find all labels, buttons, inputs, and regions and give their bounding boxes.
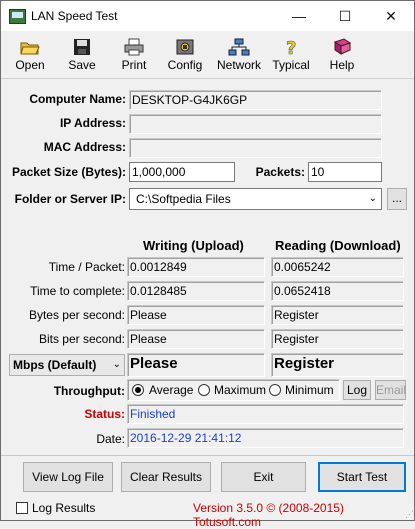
toolbar: Open Save Print Config Network ? Typical… bbox=[1, 32, 414, 76]
time-to-complete-write: 0.0128485 bbox=[127, 281, 265, 301]
title-bar: LAN Speed Test — ☐ ✕ bbox=[1, 1, 414, 31]
network-icon bbox=[228, 38, 250, 56]
minimum-radio[interactable] bbox=[269, 384, 281, 396]
network-button[interactable]: Network bbox=[213, 38, 265, 76]
packet-size-label: Packet Size (Bytes): bbox=[11, 165, 126, 179]
minimize-button[interactable]: — bbox=[276, 1, 322, 31]
folder-open-icon bbox=[20, 42, 40, 55]
chevron-down-icon[interactable]: ⌄ bbox=[369, 189, 377, 209]
date-label: Date: bbox=[96, 432, 125, 446]
time-to-complete-read: 0.0652418 bbox=[271, 281, 404, 301]
clear-results-button[interactable]: Clear Results bbox=[121, 462, 211, 492]
resize-grip-icon[interactable]: ⋰ bbox=[405, 509, 414, 520]
bytes-per-second-write: Please bbox=[127, 305, 265, 325]
maximum-radio[interactable] bbox=[198, 384, 210, 396]
bits-per-second-write: Please bbox=[127, 329, 265, 349]
save-label: Save bbox=[68, 58, 96, 72]
big-read-value: Register bbox=[274, 355, 335, 372]
email-button[interactable]: Email bbox=[375, 380, 406, 400]
network-label: Network bbox=[216, 58, 261, 72]
big-read-field: Register bbox=[271, 353, 404, 377]
throughput-label: Throughput: bbox=[53, 384, 125, 398]
packet-size-input[interactable]: 1,000,000 bbox=[129, 162, 235, 182]
help-button[interactable]: Help bbox=[321, 38, 363, 76]
time-to-complete-label: Time to complete: bbox=[30, 284, 125, 298]
bytes-per-second-read: Register bbox=[271, 305, 404, 325]
close-button[interactable]: ✕ bbox=[368, 1, 414, 31]
mac-address-field bbox=[129, 138, 382, 158]
unit-select-value: Mbps (Default) bbox=[13, 358, 97, 372]
typical-label: Typical bbox=[272, 58, 310, 72]
open-label: Open bbox=[15, 58, 45, 72]
mac-address-label: MAC Address: bbox=[43, 140, 126, 154]
browse-button[interactable]: ... bbox=[387, 188, 407, 210]
print-button[interactable]: Print bbox=[113, 38, 155, 76]
throughput-group: Average Maximum Minimum bbox=[127, 379, 340, 401]
folder-server-label: Folder or Server IP: bbox=[14, 192, 126, 206]
log-results-label: Log Results bbox=[32, 501, 96, 515]
packets-label: Packets: bbox=[255, 165, 305, 179]
date-field: 2016-12-29 21:41:12 bbox=[127, 428, 404, 448]
floppy-disk-icon bbox=[74, 39, 90, 55]
config-label: Config bbox=[167, 58, 203, 72]
save-button[interactable]: Save bbox=[61, 38, 103, 76]
question-icon: ? bbox=[286, 38, 297, 56]
bits-per-second-read: Register bbox=[271, 329, 404, 349]
average-label: Average bbox=[149, 383, 194, 397]
config-button[interactable]: Config bbox=[163, 38, 207, 76]
reading-header: Reading (Download) bbox=[275, 238, 401, 253]
status-field: Finished bbox=[127, 404, 404, 424]
svg-text:?: ? bbox=[286, 38, 296, 56]
average-radio[interactable] bbox=[132, 384, 144, 396]
minimum-label: Minimum bbox=[285, 383, 334, 397]
time-per-packet-write: 0.0012849 bbox=[127, 257, 265, 277]
packets-input[interactable]: 10 bbox=[308, 162, 382, 182]
time-per-packet-read: 0.0065242 bbox=[271, 257, 404, 277]
typical-button[interactable]: ? Typical bbox=[269, 38, 313, 76]
help-label: Help bbox=[329, 58, 355, 72]
computer-name-label: Computer Name: bbox=[29, 92, 126, 106]
start-test-button[interactable]: Start Test bbox=[318, 462, 406, 492]
app-icon bbox=[9, 9, 26, 24]
window-title: LAN Speed Test bbox=[31, 9, 118, 23]
open-button[interactable]: Open bbox=[9, 38, 51, 76]
app-window: LAN Speed Test — ☐ ✕ Open Save Print Con… bbox=[0, 0, 415, 529]
printer-icon bbox=[124, 38, 144, 56]
help-book-icon bbox=[333, 38, 352, 55]
config-icon bbox=[176, 39, 194, 55]
status-label: Status: bbox=[84, 407, 125, 421]
unit-select[interactable]: Mbps (Default) ⌄ bbox=[9, 354, 125, 376]
view-log-button[interactable]: View Log File bbox=[23, 462, 113, 492]
bytes-per-second-label: Bytes per second: bbox=[28, 308, 125, 322]
chevron-down-icon[interactable]: ⌄ bbox=[113, 355, 121, 375]
time-per-packet-label: Time / Packet: bbox=[48, 260, 125, 274]
toolbar-divider bbox=[1, 78, 414, 79]
version-text: Version 3.5.0 © (2008-2015) Totusoft.com bbox=[193, 501, 344, 529]
computer-name-field: DESKTOP-G4JK6GP bbox=[129, 90, 382, 110]
log-results-checkbox[interactable] bbox=[16, 502, 28, 514]
bits-per-second-label: Bits per second: bbox=[38, 332, 125, 346]
writing-header: Writing (Upload) bbox=[143, 238, 244, 253]
folder-server-value: C:\Softpedia Files bbox=[136, 192, 231, 206]
ip-address-field bbox=[129, 114, 382, 134]
print-label: Print bbox=[121, 58, 147, 72]
maximize-button[interactable]: ☐ bbox=[322, 1, 368, 31]
big-write-value: Please bbox=[130, 355, 178, 372]
exit-button[interactable]: Exit bbox=[221, 462, 306, 492]
maximum-label: Maximum bbox=[214, 383, 267, 397]
log-button[interactable]: Log bbox=[343, 380, 371, 400]
footer-divider bbox=[1, 455, 414, 456]
big-write-field: Please bbox=[127, 353, 265, 377]
folder-server-select[interactable]: C:\Softpedia Files ⌄ bbox=[129, 188, 382, 210]
ip-address-label: IP Address: bbox=[59, 116, 126, 130]
